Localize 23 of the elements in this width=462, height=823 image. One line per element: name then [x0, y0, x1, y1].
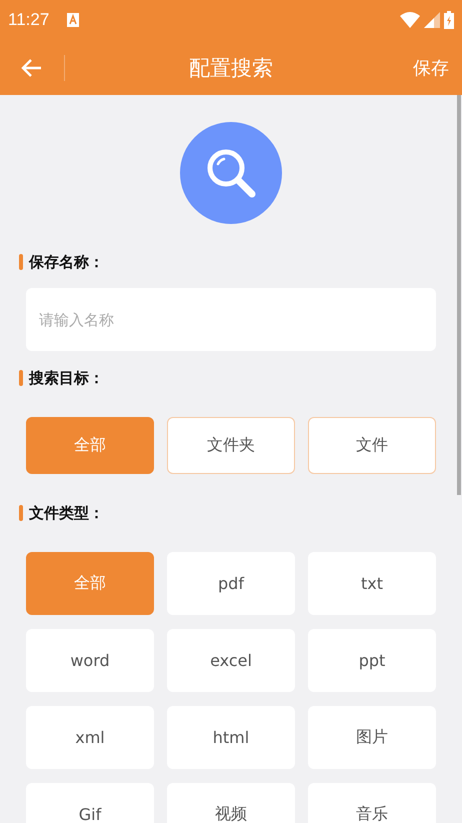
status-time: 11:27: [8, 10, 50, 30]
option-button[interactable]: excel: [167, 629, 295, 692]
option-button[interactable]: txt: [308, 552, 436, 615]
name-field[interactable]: 请输入名称: [26, 288, 436, 351]
option-button[interactable]: Gif: [26, 783, 154, 823]
signal-icon: [424, 12, 440, 28]
wifi-icon: [400, 12, 420, 28]
section-label: 搜索目标：: [29, 368, 104, 388]
section-label: 保存名称：: [29, 252, 104, 272]
option-button[interactable]: 文件: [308, 417, 436, 474]
option-button[interactable]: word: [26, 629, 154, 692]
option-button[interactable]: pdf: [167, 552, 295, 615]
option-button[interactable]: 文件夹: [167, 417, 295, 474]
battery-icon: [444, 11, 454, 29]
section-label: 文件类型：: [29, 504, 104, 522]
option-button[interactable]: xml: [26, 706, 154, 769]
option-button[interactable]: 音乐: [308, 783, 436, 823]
option-button[interactable]: ppt: [308, 629, 436, 692]
option-button[interactable]: 图片: [308, 706, 436, 769]
notification-icon: [67, 13, 80, 27]
option-button[interactable]: 视频: [167, 783, 295, 823]
page-title: 配置搜索: [189, 54, 273, 82]
option-button[interactable]: html: [167, 706, 295, 769]
